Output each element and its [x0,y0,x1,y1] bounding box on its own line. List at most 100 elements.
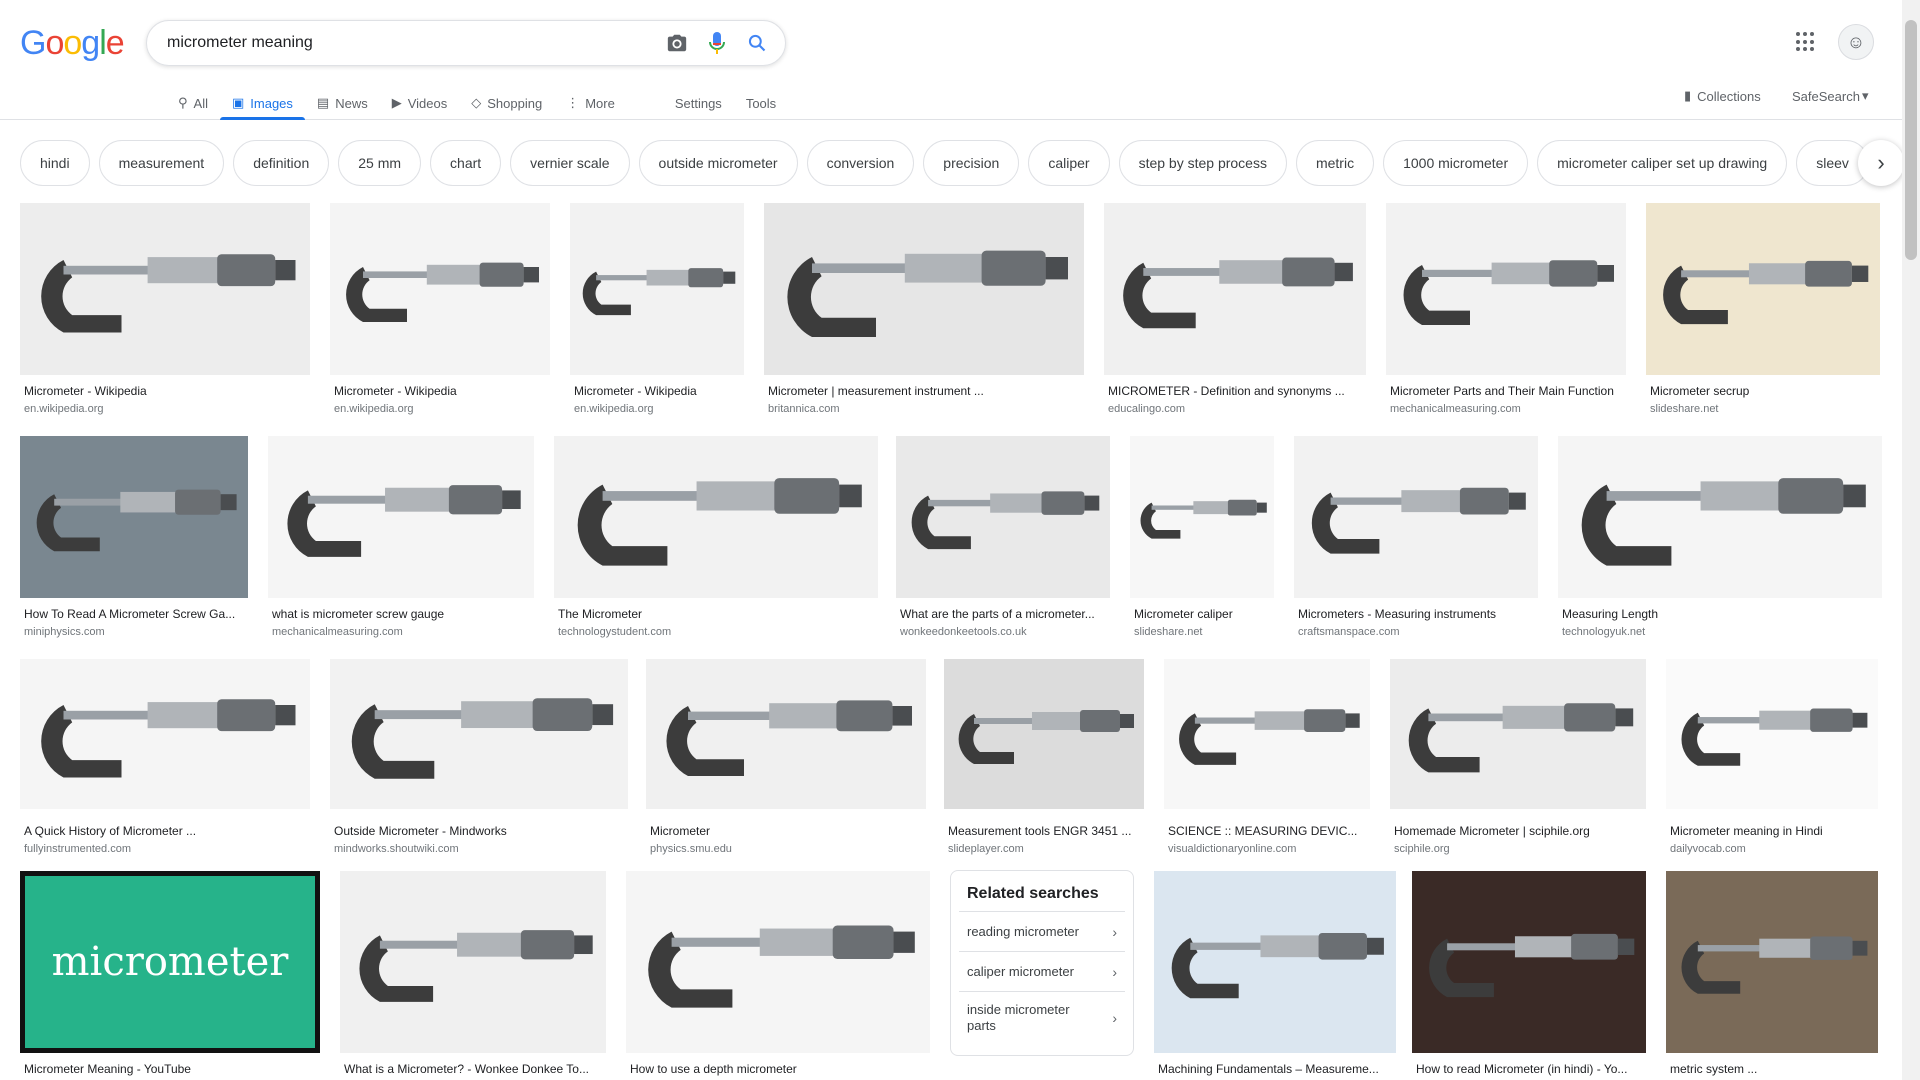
tab-news[interactable]: ▤ News [305,86,380,120]
image-result[interactable]: Measurement tools ENGR 3451 ... slideplay… [944,659,1144,858]
result-source[interactable]: en.wikipedia.org [574,403,740,415]
image-result[interactable]: How to use a depth micrometer [626,871,930,1080]
microphone-icon[interactable] [697,23,737,63]
image-result[interactable]: Micrometer caliper slideshare.net [1130,436,1274,641]
result-title[interactable]: Micrometer Meaning - YouTube [24,1062,316,1076]
image-result[interactable]: Micrometer meaning in Hindi dailyvocab.co… [1666,659,1878,858]
chip[interactable]: hindi [20,140,90,186]
result-title[interactable]: metric system ... [1670,1062,1874,1076]
result-thumbnail[interactable] [1390,659,1646,809]
result-thumbnail[interactable] [896,436,1110,598]
image-result[interactable]: What are the parts of a micrometer... won… [896,436,1110,641]
result-thumbnail[interactable] [1386,203,1626,375]
result-source[interactable]: visualdictionaryonline.com [1168,843,1366,855]
result-source[interactable]: technologystudent.com [558,626,874,638]
image-result[interactable]: Micrometer Parts and Their Main Function… [1386,203,1626,418]
result-title[interactable]: Micrometer meaning in Hindi [1670,824,1874,838]
tab-images[interactable]: ▣ Images [219,86,305,120]
result-thumbnail[interactable] [570,203,744,375]
chip[interactable]: vernier scale [510,140,630,186]
result-thumbnail[interactable] [1412,871,1646,1053]
result-thumbnail[interactable] [1164,659,1370,809]
result-source[interactable]: physics.smu.edu [650,843,922,855]
result-title[interactable]: Micrometer caliper [1134,607,1270,621]
result-thumbnail[interactable] [1666,871,1878,1053]
image-result[interactable]: Homemade Micrometer | sciphile.org sciphi… [1390,659,1646,858]
result-thumbnail[interactable] [764,203,1084,375]
result-title[interactable]: A Quick History of Micrometer ... [24,824,306,838]
result-title[interactable]: Micrometer Parts and Their Main Function [1390,384,1622,398]
result-thumbnail[interactable] [20,436,248,598]
collections-link[interactable]: ▮ Collections [1684,88,1761,104]
result-source[interactable]: technologyuk.net [1562,626,1878,638]
chip[interactable]: outside micrometer [638,140,798,186]
chip[interactable]: metric [1295,140,1375,186]
chip[interactable]: chart [430,140,502,186]
result-source[interactable]: slideplayer.com [948,843,1140,855]
result-source[interactable]: wonkeedonkeetools.co.uk [900,626,1106,638]
result-source[interactable]: en.wikipedia.org [334,403,546,415]
result-title[interactable]: Homemade Micrometer | sciphile.org [1394,824,1642,838]
result-source[interactable]: fullyinstrumented.com [24,843,306,855]
result-thumbnail[interactable] [1646,203,1880,375]
result-title[interactable]: Outside Micrometer - Mindworks [334,824,624,838]
result-thumbnail[interactable] [1104,203,1366,375]
result-title[interactable]: Micrometer secrup [1650,384,1876,398]
result-title[interactable]: Micrometer | measurement instrument ... [768,384,1080,398]
chip[interactable]: step by step process [1118,140,1287,186]
chip[interactable]: 1000 micrometer [1383,140,1529,186]
image-result[interactable]: Micrometer physics.smu.edu [646,659,926,858]
tab-all[interactable]: ⚲ All [166,86,220,120]
result-thumbnail[interactable]: micrometer [20,871,320,1053]
avatar[interactable]: ☺ [1838,24,1874,60]
result-thumbnail[interactable] [20,203,310,375]
tab-more[interactable]: ⋮ More [554,86,627,120]
image-result[interactable]: Micrometer - Wikipedia en.wikipedia.org [20,203,310,418]
google-logo[interactable]: Google [20,24,125,63]
image-result[interactable]: How to read Micrometer (in hindi) - Yo..… [1412,871,1646,1080]
camera-icon[interactable] [657,23,697,63]
result-title[interactable]: How to use a depth micrometer [630,1062,926,1076]
result-title[interactable]: Micrometers - Measuring instruments [1298,607,1534,621]
result-source[interactable]: educalingo.com [1108,403,1362,415]
result-thumbnail[interactable] [646,659,926,809]
image-result[interactable]: How To Read A Micrometer Screw Ga... mini… [20,436,248,641]
result-thumbnail[interactable] [330,203,550,375]
search-input[interactable] [167,34,657,52]
image-result[interactable]: A Quick History of Micrometer ... fullyin… [20,659,310,858]
result-title[interactable]: Measuring Length [1562,607,1878,621]
chip[interactable]: measurement [98,140,225,186]
image-result[interactable]: Micrometer - Wikipedia en.wikipedia.org [570,203,744,418]
result-thumbnail[interactable] [340,871,606,1053]
image-result[interactable]: SCIENCE :: MEASURING DEVIC...visualdicti… [1164,659,1370,858]
search-icon[interactable] [737,23,777,63]
result-thumbnail[interactable] [1294,436,1538,598]
result-thumbnail[interactable] [626,871,930,1053]
result-source[interactable]: britannica.com [768,403,1080,415]
result-title[interactable]: What are the parts of a micrometer... [900,607,1106,621]
safesearch-toggle[interactable]: SafeSearch ▾ [1792,88,1868,104]
result-title[interactable]: Micrometer - Wikipedia [334,384,546,398]
settings-link[interactable]: Settings [663,86,734,120]
related-item[interactable]: inside micrometer parts › [959,991,1125,1043]
image-result[interactable]: Micrometer - Wikipedia en.wikipedia.org [330,203,550,418]
tab-shopping[interactable]: ◇ Shopping [459,86,554,120]
chip[interactable]: caliper [1028,140,1110,186]
chip[interactable]: 25 mm [338,140,422,186]
image-result[interactable]: metric system ... [1666,871,1878,1080]
related-item[interactable]: reading micrometer › [959,911,1125,951]
result-source[interactable]: mindworks.shoutwiki.com [334,843,624,855]
result-thumbnail[interactable] [20,659,310,809]
result-title[interactable]: What is a Micrometer? - Wonkee Donkee To… [344,1062,602,1076]
result-title[interactable]: The Micrometer [558,607,874,621]
result-source[interactable]: sciphile.org [1394,843,1642,855]
result-thumbnail[interactable] [1558,436,1882,598]
result-thumbnail[interactable] [268,436,534,598]
result-title[interactable]: How To Read A Micrometer Screw Ga... [24,607,244,621]
image-result[interactable]: MICROMETER - Definition and synonyms ...… [1104,203,1366,418]
image-result[interactable]: The Micrometer technologystudent.com [554,436,878,641]
related-item[interactable]: caliper micrometer › [959,951,1125,991]
chip[interactable]: definition [233,140,330,186]
result-title[interactable]: SCIENCE :: MEASURING DEVIC... [1168,824,1366,838]
result-source[interactable]: mechanicalmeasuring.com [272,626,530,638]
